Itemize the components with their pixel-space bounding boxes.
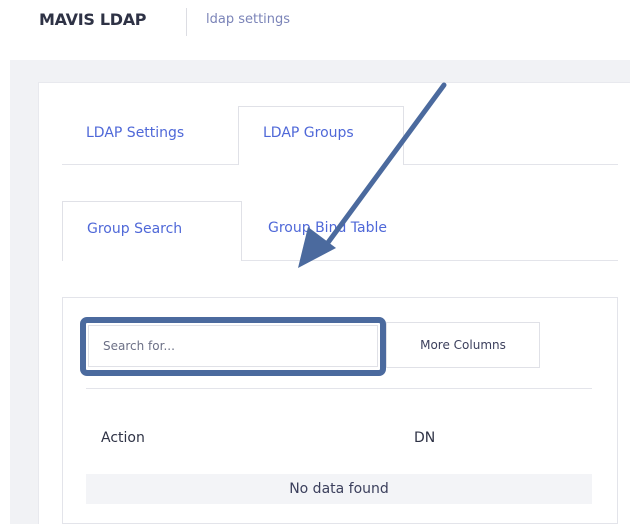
tab-ldap-groups[interactable]: LDAP Groups: [238, 106, 404, 165]
column-header-dn[interactable]: DN: [414, 430, 435, 446]
app-title: MAVIS LDAP: [39, 10, 147, 29]
search-input[interactable]: [88, 325, 378, 367]
column-header-action[interactable]: Action: [101, 430, 145, 446]
tab-group-bind-table-label[interactable]: Group Bind Table: [268, 220, 387, 236]
tab-ldap-groups-label[interactable]: LDAP Groups: [263, 125, 354, 141]
tab-group-search[interactable]: Group Search: [62, 201, 242, 261]
empty-table-message: No data found: [86, 474, 592, 504]
tab-group-search-label[interactable]: Group Search: [87, 221, 182, 237]
more-columns-button[interactable]: More Columns: [386, 322, 540, 368]
breadcrumb[interactable]: ldap settings: [206, 12, 290, 27]
header-divider: [186, 8, 187, 36]
tab-ldap-settings-label[interactable]: LDAP Settings: [86, 125, 184, 141]
panel-divider: [86, 388, 592, 389]
top-bar: MAVIS LDAP ldap settings: [0, 0, 630, 48]
